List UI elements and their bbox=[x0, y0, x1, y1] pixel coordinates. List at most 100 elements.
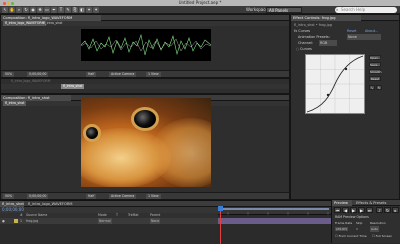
timeline-panel: fl_intro_shot fl_intro_logo_WAVEFORM 0;0… bbox=[0, 200, 331, 244]
clone-stamp-tool-icon[interactable]: ⎘ bbox=[72, 7, 78, 13]
time-display[interactable]: 0;00;00;00 bbox=[27, 72, 49, 77]
brush-tool-icon[interactable]: ✎ bbox=[65, 7, 71, 13]
preview-panel: Preview Effects & Presets ⏮ ◀ ▶ ▶ ⏭ ♪ ↻ … bbox=[331, 200, 400, 243]
frog-image-viewer[interactable] bbox=[81, 98, 211, 187]
ram-preview-button[interactable]: ▸ bbox=[392, 207, 399, 213]
views-select[interactable]: 1 View bbox=[146, 72, 161, 77]
layer-mode-select[interactable]: Normal bbox=[98, 218, 112, 224]
preview-tabbar: Preview Effects & Presets bbox=[332, 200, 400, 206]
search-placeholder: Search Help bbox=[341, 7, 366, 12]
zoom-select-bottom[interactable]: 50% bbox=[3, 194, 15, 199]
rotate-tool-icon[interactable]: ↻ bbox=[23, 7, 29, 13]
zoom-tool-icon[interactable]: ⌕ bbox=[16, 7, 22, 13]
tab-effect-controls[interactable]: Effect Controls: frog.jpg bbox=[291, 15, 361, 21]
curves-open-button[interactable]: Open... bbox=[369, 55, 381, 60]
curves-graph[interactable] bbox=[305, 54, 365, 114]
current-time-indicator[interactable] bbox=[220, 207, 221, 244]
skip-value[interactable]: 0 bbox=[356, 226, 358, 232]
layer-parent-select[interactable]: None bbox=[150, 218, 161, 224]
subtab-waveform[interactable]: fl_intro_logo_WAVEFORM bbox=[3, 21, 47, 26]
time-display-bottom[interactable]: 0;00;00;00 bbox=[27, 194, 49, 199]
views-select-bottom[interactable]: 1 View bbox=[146, 194, 161, 199]
ram-preview-label: RAM Preview Options bbox=[335, 215, 369, 219]
layer-duration-bar[interactable] bbox=[218, 218, 331, 224]
curve-pencil-icon[interactable]: ✎ bbox=[376, 85, 382, 90]
composition-footer-top: 50% 0;00;00;00 Half Active Camera 1 View bbox=[1, 70, 289, 77]
search-icon: ⌕ bbox=[336, 7, 339, 12]
waveform-graphic bbox=[81, 33, 211, 56]
composition-panel-top: Composition: fl_intro_logo_WAVEFORM fl_i… bbox=[0, 14, 290, 78]
effect-controls-panel: Effect Controls: frog.jpg fl_intro_shot … bbox=[290, 14, 400, 200]
eraser-tool-icon[interactable]: ◧ bbox=[79, 7, 85, 13]
workspace-select[interactable]: All Panels bbox=[266, 7, 302, 13]
camera-tool-icon[interactable]: ◉ bbox=[30, 7, 36, 13]
timeline-layer-row[interactable]: ● 1 frog.jpg Normal None bbox=[0, 218, 218, 224]
camera-select-bottom[interactable]: Active Camera bbox=[109, 194, 137, 199]
from-current-time-label: From Current Time bbox=[338, 234, 367, 238]
curves-reset-button[interactable]: Reset bbox=[369, 76, 381, 81]
layer-label-color[interactable] bbox=[14, 218, 18, 224]
layer-subtabs: fl_intro_shot bbox=[1, 84, 289, 89]
roto-brush-tool-icon[interactable]: ✦ bbox=[86, 7, 92, 13]
last-frame-button[interactable]: ⏭ bbox=[366, 207, 373, 213]
preview-checkboxes: ☐ From Current Time ☐ Full Screen bbox=[332, 233, 400, 239]
ruler-ticks bbox=[220, 208, 329, 215]
curves-label: Curves bbox=[300, 47, 312, 51]
camera-select[interactable]: Active Camera bbox=[109, 72, 137, 77]
curves-smooth-button[interactable]: Smooth bbox=[369, 69, 382, 74]
effect-name: fx Curves bbox=[294, 29, 311, 33]
curves-row: ◌ Curves bbox=[291, 46, 399, 52]
full-screen-checkbox[interactable]: ☐ Full Screen bbox=[372, 233, 392, 239]
full-screen-label: Full Screen bbox=[375, 234, 393, 238]
waveform-viewer[interactable] bbox=[81, 29, 211, 61]
zoom-select[interactable]: 50% bbox=[3, 72, 15, 77]
selection-tool-icon[interactable]: ↖ bbox=[2, 7, 8, 13]
composition-footer-bottom: 50% 0;00;00;00 Half Active Camera 1 View bbox=[1, 192, 289, 199]
tools-toolbar: ↖ ✋ ⌕ ↻ ◉ ✥ ▭ ✒ T ✎ ⎘ ◧ ✦ ✶ Workspace: A… bbox=[0, 6, 400, 14]
pen-tool-icon[interactable]: ✒ bbox=[51, 7, 57, 13]
puppet-tool-icon[interactable]: ✶ bbox=[93, 7, 99, 13]
audio-button[interactable]: ♪ bbox=[376, 207, 383, 213]
window-title: Untitled Project.aep * bbox=[178, 0, 222, 5]
play-button[interactable]: ▶ bbox=[350, 207, 357, 213]
curve-pen-icon[interactable]: ∿ bbox=[369, 85, 375, 90]
frog-eye-right bbox=[131, 107, 159, 131]
preview-settings-values: (29.97) 0 Auto bbox=[332, 226, 400, 232]
layer-index: 1 bbox=[20, 219, 23, 223]
effect-controls-tabbar: Effect Controls: frog.jpg bbox=[291, 15, 399, 21]
loop-button[interactable]: ↻ bbox=[384, 207, 391, 213]
frame-rate-label: Frame Rate bbox=[335, 221, 353, 225]
first-frame-button[interactable]: ⏮ bbox=[334, 207, 341, 213]
layer-panel: fl_intro_logo_WAVEFORM fl_intro_shot bbox=[0, 78, 290, 94]
frame-rate-select[interactable]: (29.97) bbox=[335, 227, 348, 231]
zoom-icon[interactable] bbox=[11, 2, 14, 5]
from-current-time-checkbox[interactable]: ☐ From Current Time bbox=[335, 234, 367, 238]
next-frame-button[interactable]: ▶ bbox=[358, 207, 365, 213]
mask-tool-icon[interactable]: ▭ bbox=[44, 7, 50, 13]
subtab-intro-shot-bottom[interactable]: fl_intro_shot bbox=[3, 101, 27, 106]
minimize-icon[interactable] bbox=[7, 2, 10, 5]
composition-panel-bottom: Composition: fl_intro_shot fl_intro_shot… bbox=[0, 94, 290, 200]
subtab-intro-shot[interactable]: fl_intro_shot bbox=[41, 21, 64, 26]
pan-behind-tool-icon[interactable]: ✥ bbox=[37, 7, 43, 13]
close-icon[interactable] bbox=[3, 2, 6, 5]
resolution-select[interactable]: Half bbox=[86, 72, 97, 77]
channel-label: Channel: bbox=[298, 41, 314, 45]
curves-save-button[interactable]: Save... bbox=[369, 62, 381, 67]
resolution-select-bottom[interactable]: Half bbox=[86, 194, 97, 199]
text-tool-icon[interactable]: T bbox=[58, 7, 64, 13]
subtab-intro-shot-active[interactable]: fl_intro_shot bbox=[61, 84, 85, 89]
current-time-indicator-handle[interactable] bbox=[218, 206, 223, 211]
search-help-input[interactable]: ⌕ Search Help bbox=[335, 7, 397, 13]
curves-stopwatch-icon[interactable]: ◌ bbox=[294, 47, 299, 51]
tab-effects-presets[interactable]: Effects & Presets bbox=[354, 200, 400, 206]
hand-tool-icon[interactable]: ✋ bbox=[9, 7, 15, 13]
timeline-ruler[interactable] bbox=[218, 207, 331, 215]
tab-preview[interactable]: Preview bbox=[332, 200, 352, 206]
layer-name[interactable]: frog.jpg bbox=[26, 218, 38, 224]
composition-subtabs: fl_intro_logo_WAVEFORM fl_intro_shot bbox=[1, 21, 289, 26]
layer-visibility-icon[interactable]: ● bbox=[2, 218, 5, 224]
resolution-select-preview[interactable]: Auto bbox=[370, 226, 379, 232]
previous-frame-button[interactable]: ◀ bbox=[342, 207, 349, 213]
curves-grid bbox=[306, 55, 364, 113]
